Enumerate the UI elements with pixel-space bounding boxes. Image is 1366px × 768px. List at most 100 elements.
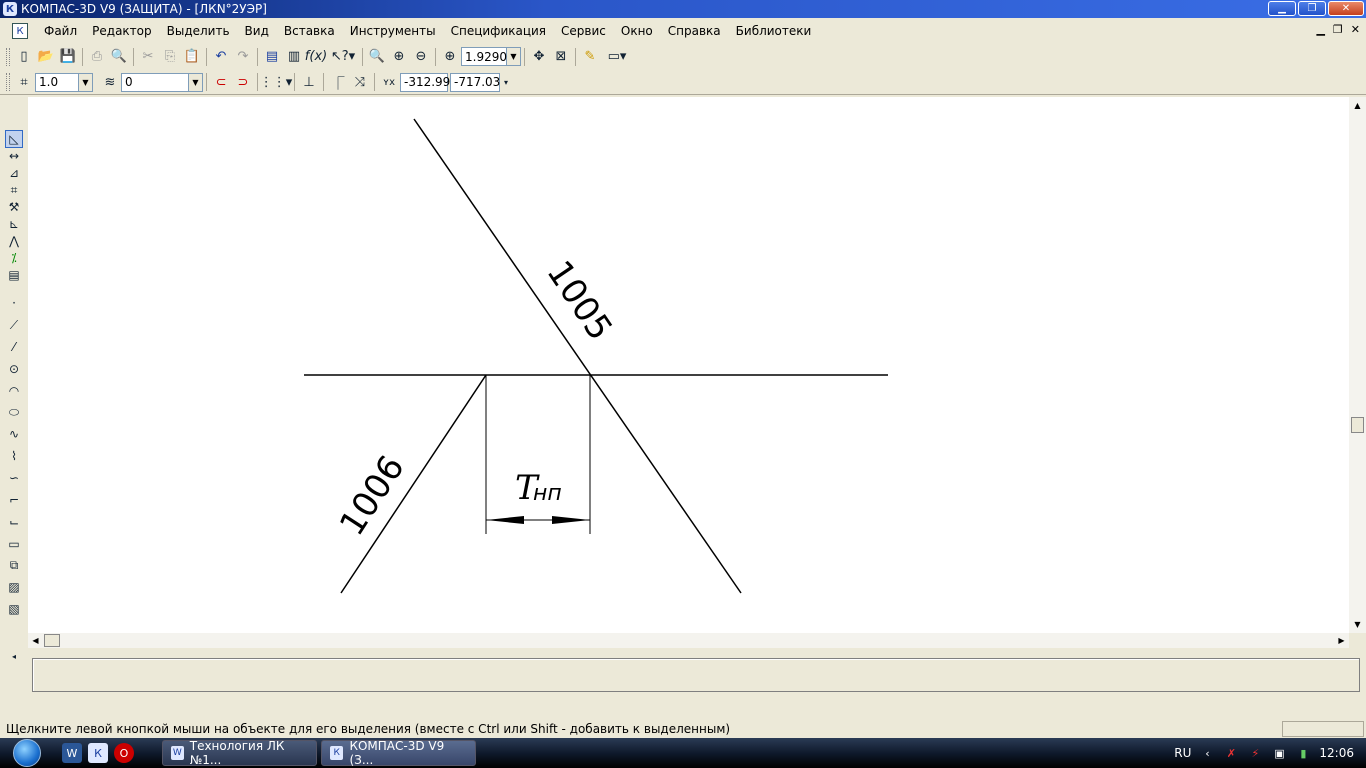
menu-view[interactable]: Вид [237,24,276,38]
aux-line-tool-icon[interactable]: ⟋ [5,316,23,334]
grid-icon[interactable]: ⋮⋮▾ [260,71,293,93]
flash-icon[interactable]: ⚡ [1247,745,1263,761]
close-button[interactable]: ✕ [1328,1,1364,16]
coord-y-field[interactable]: -717.03 [450,72,500,92]
variables-icon[interactable]: ▥ [283,46,305,68]
menu-libraries[interactable]: Библиотеки [728,24,819,38]
tray-expand-icon[interactable]: ‹ [1199,745,1215,761]
task-word-document[interactable]: W Технология ЛК №1... [162,739,317,767]
segment-tool-icon[interactable]: ⁄ [5,338,23,356]
vertical-scroll-thumb[interactable] [1351,417,1364,433]
spec-panel-icon[interactable]: ⁒ [5,249,23,267]
editing-panel-icon[interactable]: ⌗ [5,181,23,199]
polyline-tool-icon[interactable]: ⌇ [5,447,23,465]
scroll-left-arrow-icon[interactable]: ◀ [28,633,43,648]
open-folder-icon[interactable]: 📂 [35,46,57,68]
local-snap-icon[interactable]: ⊃ [232,71,254,93]
power-icon[interactable]: ▮ [1295,745,1311,761]
select-panel-icon[interactable]: ⋀ [5,232,23,250]
drawing-canvas[interactable]: 1005 1006 T нп [28,97,1349,633]
zoom-icon[interactable]: 🔍 [366,46,388,68]
horizontal-scrollbar[interactable]: ◀ ▶ [28,633,1349,648]
horizontal-scroll-thumb[interactable] [44,634,60,647]
menu-service[interactable]: Сервис [553,24,613,38]
ortho-icon[interactable]: ⎾ [327,71,349,93]
symbols-panel-icon[interactable]: ⊿ [5,164,23,182]
fill-tool-icon[interactable]: ▧ [5,600,23,618]
copy-icon[interactable]: ⎘ [159,46,181,68]
menu-insert[interactable]: Вставка [276,24,342,38]
opera-quicklaunch-icon[interactable]: O [114,743,134,763]
minimize-button[interactable]: ▁ [1268,1,1296,16]
zoom-scale-icon[interactable]: ⊕ [439,46,461,68]
round-icon[interactable]: ⤨ [349,71,371,93]
new-document-icon[interactable]: ▯ [13,46,35,68]
coord-x-field[interactable]: -312.99 [400,72,450,92]
mdi-minimize-icon[interactable]: ▁ [1316,23,1324,36]
refresh-icon[interactable]: ✎ [579,46,601,68]
rectangle-tool-icon[interactable]: ▭ [5,535,23,553]
print-preview-icon[interactable]: 🔍 [108,46,130,68]
manager-icon[interactable]: ▤ [261,46,283,68]
menu-tools[interactable]: Инструменты [342,24,443,38]
toolbar-grip[interactable] [6,47,10,66]
step-input[interactable]: 1.0 [35,72,79,92]
layer-dropdown-arrow[interactable]: ▼ [189,72,203,92]
ellipse-tool-icon[interactable]: ⬭ [5,403,23,421]
pan-icon[interactable]: ✥ [528,46,550,68]
snap-icon[interactable]: ⊂ [210,71,232,93]
mdi-restore-icon[interactable]: ❐ [1333,23,1343,36]
function-icon[interactable]: f(x) [305,46,327,68]
outline-tool-icon[interactable]: ⧉ [5,556,23,574]
panel-expand-arrow-icon[interactable]: ◂ [5,647,23,665]
nurbs-tool-icon[interactable]: ∽ [5,469,23,487]
arc-tool-icon[interactable]: ◠ [5,382,23,400]
step-icon[interactable]: ⌗ [13,71,35,93]
paste-icon[interactable]: 📋 [181,46,203,68]
reports-panel-icon[interactable]: ▤ [5,266,23,284]
mdi-close-icon[interactable]: ✕ [1351,23,1360,36]
context-help-icon[interactable]: ↖?▾ [327,46,359,68]
menu-select[interactable]: Выделить [159,24,237,38]
zoom-out-icon[interactable]: ⊖ [410,46,432,68]
scroll-down-arrow-icon[interactable]: ▼ [1349,616,1366,633]
redo-icon[interactable]: ↷ [232,46,254,68]
local-coords-icon[interactable]: ⊥ [298,71,320,93]
print-icon[interactable]: ⎙ [86,46,108,68]
layer-input[interactable]: 0 [121,72,189,92]
display-mode-icon[interactable]: ▭▾ [601,46,633,68]
coords-dropdown-arrow[interactable]: ▾ [500,71,512,93]
zoom-scale-input[interactable]: 1.9290 [461,47,507,66]
point-tool-icon[interactable]: · [5,294,23,312]
hatch-tool-icon[interactable]: ▨ [5,578,23,596]
zoom-in-icon[interactable]: ⊕ [388,46,410,68]
parametrization-panel-icon[interactable]: ⚒ [5,198,23,216]
antivirus-icon[interactable]: ✗ [1223,745,1239,761]
circle-tool-icon[interactable]: ⊙ [5,360,23,378]
restore-button[interactable]: ❐ [1298,1,1326,16]
kompas-quicklaunch-icon[interactable]: К [88,743,108,763]
menu-editor[interactable]: Редактор [84,24,158,38]
fillet-tool-icon[interactable]: ⌐ [5,491,23,509]
dimensions-panel-icon[interactable]: ↔ [5,147,23,165]
vertical-scrollbar[interactable]: ▲ ▼ [1349,97,1366,633]
fit-all-icon[interactable]: ⊠ [550,46,572,68]
language-indicator[interactable]: RU [1174,746,1191,760]
menu-specification[interactable]: Спецификация [443,24,553,38]
toolbar-grip[interactable] [6,73,10,91]
save-icon[interactable]: 💾 [57,46,79,68]
layer-icon[interactable]: ≋ [99,71,121,93]
scroll-right-arrow-icon[interactable]: ▶ [1334,633,1349,648]
measure-panel-icon[interactable]: ⊾ [5,215,23,233]
step-dropdown-arrow[interactable]: ▼ [79,72,93,92]
spline-tool-icon[interactable]: ∿ [5,425,23,443]
chamfer-tool-icon[interactable]: ⌙ [5,513,23,531]
task-kompas[interactable]: К КОМПАС-3D V9 (З... [321,739,476,767]
word-quicklaunch-icon[interactable]: W [62,743,82,763]
geometry-panel-icon[interactable]: ◺ [5,130,23,148]
monitor-icon[interactable]: ▣ [1271,745,1287,761]
menu-help[interactable]: Справка [660,24,728,38]
cut-icon[interactable]: ✂ [137,46,159,68]
document-icon[interactable]: К [12,23,28,39]
start-button[interactable] [6,738,48,768]
